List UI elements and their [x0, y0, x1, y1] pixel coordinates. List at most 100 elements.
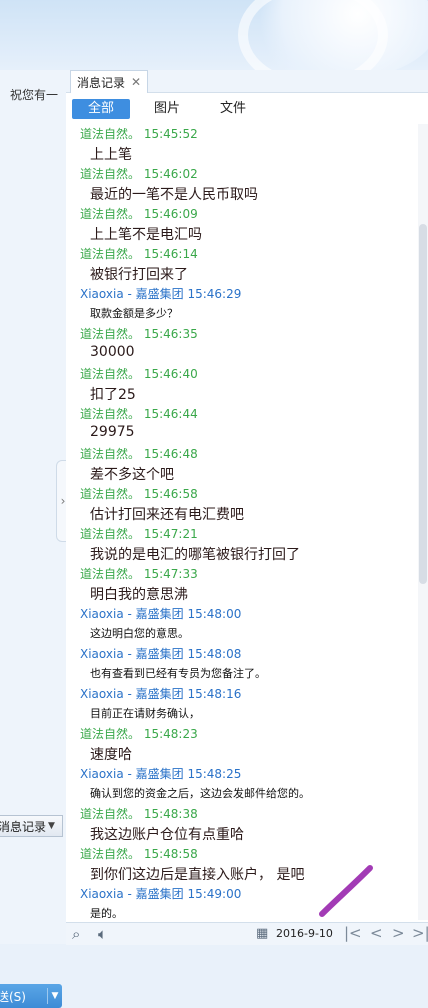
message-text: 是的。 [90, 907, 123, 920]
message-time: 15:46:40 [143, 367, 198, 381]
message-text: 到你们这边后是直接入账户， 是吧 [90, 867, 305, 883]
message-header: 道法自然。 15:48:38 [80, 805, 198, 822]
message-sender: Xiaoxia - 嘉盛集团 [80, 647, 184, 661]
message-text: 也有查看到已经有专员为您备注了。 [90, 667, 266, 680]
message-header: 道法自然。 15:46:02 [80, 165, 198, 182]
message-text: 这边明白您的意思。 [90, 627, 189, 640]
message-text: 确认到您的资金之后，这边会发邮件给您的。 [90, 787, 310, 800]
tab-message-log[interactable]: 消息记录 ✕ [70, 70, 149, 93]
search-icon[interactable]: ⌕ [72, 925, 80, 943]
filter-all[interactable]: 全部 [72, 99, 130, 119]
message-text: 被银行打回来了 [90, 267, 188, 283]
message-sender: 道法自然。 [80, 207, 141, 221]
filter-files[interactable]: 文件 [208, 99, 258, 119]
message-history-panel: 消息记录 ✕ 全部 图片 文件 道法自然。 15:45:52 上上笔 道法自然。 1… [66, 70, 428, 945]
message-sender: 道法自然。 [80, 487, 141, 501]
message-text: 上上笔 [90, 147, 132, 163]
message-time: 15:47:21 [143, 527, 198, 541]
message-sender: 道法自然。 [80, 167, 141, 181]
message-time: 15:46:35 [143, 327, 198, 341]
message-header: 道法自然。 15:46:35 [80, 325, 198, 342]
message-time: 15:47:33 [143, 567, 198, 581]
message-header: 道法自然。 15:46:14 [80, 245, 198, 262]
message-time: 15:49:00 [187, 887, 242, 901]
message-text: 29975 [90, 424, 135, 440]
message-time: 15:46:09 [143, 207, 198, 221]
message-time: 15:48:00 [187, 607, 242, 621]
message-time: 15:46:44 [143, 407, 198, 421]
filter-bar: 全部 图片 文件 [66, 96, 428, 122]
message-item: 道法自然。 15:46:58 估计打回来还有电汇费吧 [66, 484, 416, 524]
history-scrollbar[interactable] [418, 124, 428, 920]
message-item: Xiaoxia - 嘉盛集团 15:48:00 这边明白您的意思。 [66, 604, 416, 644]
message-item: 道法自然。 15:46:40 扣了25 [66, 364, 416, 404]
message-text: 明白我的意思沸 [90, 587, 188, 603]
message-text: 取款金额是多少？ [90, 307, 178, 320]
message-sender: 道法自然。 [80, 367, 141, 381]
send-options-arrow-icon[interactable]: ▼ [48, 991, 62, 1001]
close-window-icon[interactable]: ▔ [412, 0, 423, 12]
message-sender: 道法自然。 [80, 127, 141, 141]
filter-images[interactable]: 图片 [142, 99, 192, 119]
message-header: 道法自然。 15:46:58 [80, 485, 198, 502]
message-header: 道法自然。 15:46:48 [80, 445, 198, 462]
chevron-right-icon: › [60, 494, 66, 508]
message-item: 道法自然。 15:47:21 我说的是电汇的哪笔被银行打回了 [66, 524, 416, 564]
message-header: 道法自然。 15:46:09 [80, 205, 198, 222]
message-text: 速度哈 [90, 747, 132, 763]
next-page-icon[interactable]: > [392, 924, 405, 942]
volume-icon[interactable]: 🔈︎ [98, 925, 107, 943]
history-bottom-toolbar: ⌕ 🔈︎ ▦ 2016-9-10 |< < > >| [66, 922, 428, 945]
message-item: Xiaoxia - 嘉盛集团 15:49:00 是的。 [66, 884, 416, 924]
message-header: 道法自然。 15:46:44 [80, 405, 198, 422]
message-time: 15:46:29 [187, 287, 242, 301]
message-sender: Xiaoxia - 嘉盛集团 [80, 767, 184, 781]
message-item: Xiaoxia - 嘉盛集团 15:48:16 目前正在请财务确认， [66, 684, 416, 724]
message-sender: 道法自然。 [80, 247, 141, 261]
message-text: 最近的一笔不是人民币取吗 [90, 187, 258, 203]
message-header: Xiaoxia - 嘉盛集团 15:46:29 [80, 285, 241, 302]
prev-page-icon[interactable]: < [370, 924, 383, 942]
message-time: 15:46:48 [143, 447, 198, 461]
send-button[interactable]: 送(S) ▼ [0, 984, 62, 1008]
scrollbar-thumb[interactable] [419, 224, 427, 584]
message-text: 我这边账户仓位有点重哈 [90, 827, 244, 843]
message-time: 15:45:52 [143, 127, 198, 141]
message-item: 道法自然。 15:46:02 最近的一笔不是人民币取吗 [66, 164, 416, 204]
close-tab-icon[interactable]: ✕ [131, 75, 141, 89]
message-header: 道法自然。 15:47:21 [80, 525, 198, 542]
message-text: 差不多这个吧 [90, 467, 174, 483]
maximize-icon[interactable]: ▔ [384, 0, 395, 12]
message-log-button[interactable]: 消息记录 ▼ [0, 815, 63, 837]
message-item: Xiaoxia - 嘉盛集团 15:46:29 取款金额是多少？ [66, 284, 416, 324]
message-sender: Xiaoxia - 嘉盛集团 [80, 887, 184, 901]
message-header: Xiaoxia - 嘉盛集团 15:48:08 [80, 645, 241, 662]
message-time: 15:48:25 [187, 767, 242, 781]
message-sender: 道法自然。 [80, 527, 141, 541]
message-item: 道法自然。 15:46:44 29975 [66, 404, 416, 444]
message-time: 15:48:08 [187, 647, 242, 661]
message-header: 道法自然。 15:47:33 [80, 565, 198, 582]
message-item: 道法自然。 15:46:14 被银行打回来了 [66, 244, 416, 284]
message-sender: 道法自然。 [80, 327, 141, 341]
message-sender: 道法自然。 [80, 407, 141, 421]
message-header: 道法自然。 15:48:23 [80, 725, 198, 742]
message-header: Xiaoxia - 嘉盛集团 15:48:16 [80, 685, 241, 702]
first-page-icon[interactable]: |< [344, 924, 362, 942]
message-header: 道法自然。 15:45:52 [80, 125, 198, 142]
dropdown-arrow-icon[interactable]: ▼ [48, 821, 55, 831]
message-time: 15:48:38 [143, 807, 198, 821]
message-item: 道法自然。 15:48:23 速度哈 [66, 724, 416, 764]
message-sender: Xiaoxia - 嘉盛集团 [80, 687, 184, 701]
calendar-icon[interactable]: ▦ [256, 926, 268, 941]
date-label[interactable]: 2016-9-10 [276, 927, 333, 940]
message-item: Xiaoxia - 嘉盛集团 15:48:25 确认到您的资金之后，这边会发邮件给… [66, 764, 416, 804]
minimize-icon[interactable]: ▔ [350, 0, 361, 12]
message-time: 15:46:58 [143, 487, 198, 501]
message-header: Xiaoxia - 嘉盛集团 15:48:00 [80, 605, 241, 622]
message-sender: 道法自然。 [80, 447, 141, 461]
message-item: Xiaoxia - 嘉盛集团 15:48:08 也有查看到已经有专员为您备注了。 [66, 644, 416, 684]
message-header: Xiaoxia - 嘉盛集团 15:48:25 [80, 765, 241, 782]
message-sender: 道法自然。 [80, 727, 141, 741]
last-page-icon[interactable]: >| [412, 924, 428, 942]
